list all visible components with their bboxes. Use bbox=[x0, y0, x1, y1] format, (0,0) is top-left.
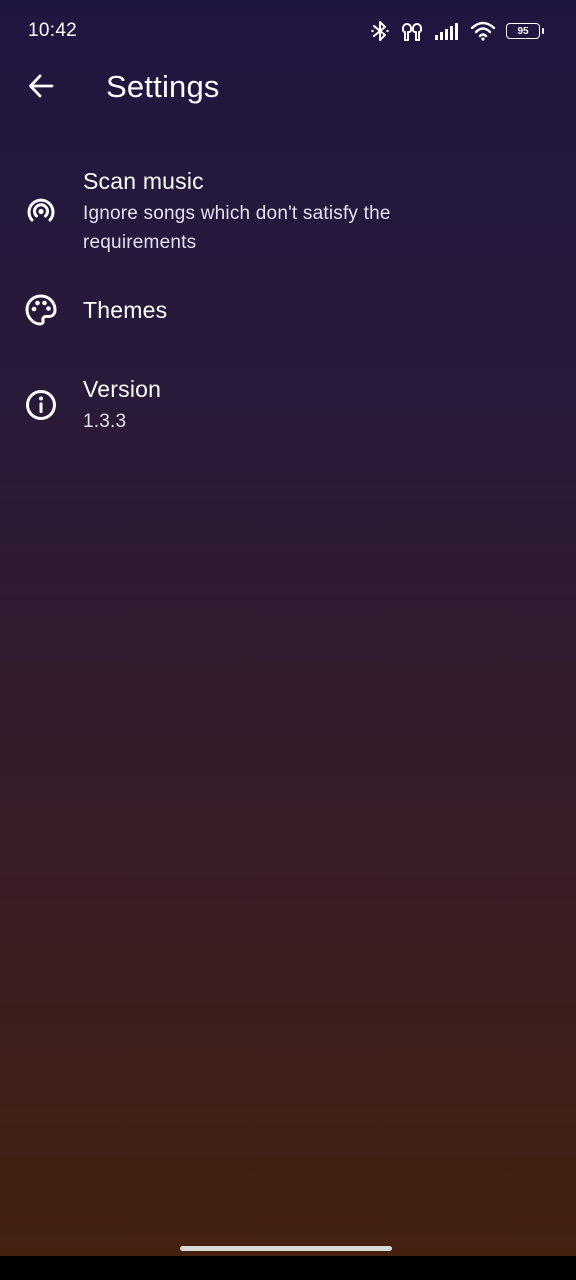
palette-icon bbox=[23, 292, 59, 328]
battery-icon: 95 bbox=[506, 23, 544, 39]
info-icon bbox=[23, 387, 59, 423]
item-title: Version bbox=[83, 376, 162, 402]
bluetooth-icon bbox=[370, 20, 390, 42]
battery-level: 95 bbox=[506, 23, 544, 39]
item-subtitle: Ignore songs which don't satisfy the req… bbox=[83, 203, 391, 253]
settings-screen: 10:42 95 Settings Scan music Ignore song… bbox=[0, 0, 576, 1256]
settings-item-version[interactable]: Version 1.3.3 bbox=[0, 365, 576, 445]
item-title: Themes bbox=[83, 297, 168, 323]
status-time: 10:42 bbox=[28, 20, 78, 41]
item-title: Scan music bbox=[83, 168, 204, 194]
signal-icon bbox=[434, 21, 460, 41]
app-bar: Settings bbox=[0, 60, 576, 116]
page-title: Settings bbox=[106, 69, 220, 104]
settings-item-themes[interactable]: Themes bbox=[0, 283, 576, 339]
earbuds-icon bbox=[400, 20, 424, 42]
home-indicator[interactable] bbox=[180, 1246, 392, 1251]
back-button[interactable] bbox=[17, 64, 65, 112]
status-bar: 10:42 95 bbox=[0, 0, 576, 60]
system-nav-bar bbox=[0, 1246, 576, 1280]
arrow-left-icon bbox=[27, 72, 55, 105]
scan-music-icon bbox=[23, 194, 59, 230]
settings-item-scan-music[interactable]: Scan music Ignore songs which don't sati… bbox=[0, 160, 576, 265]
wifi-icon bbox=[470, 21, 496, 41]
item-subtitle: 1.3.3 bbox=[83, 411, 127, 432]
status-icons: 95 bbox=[370, 18, 544, 44]
